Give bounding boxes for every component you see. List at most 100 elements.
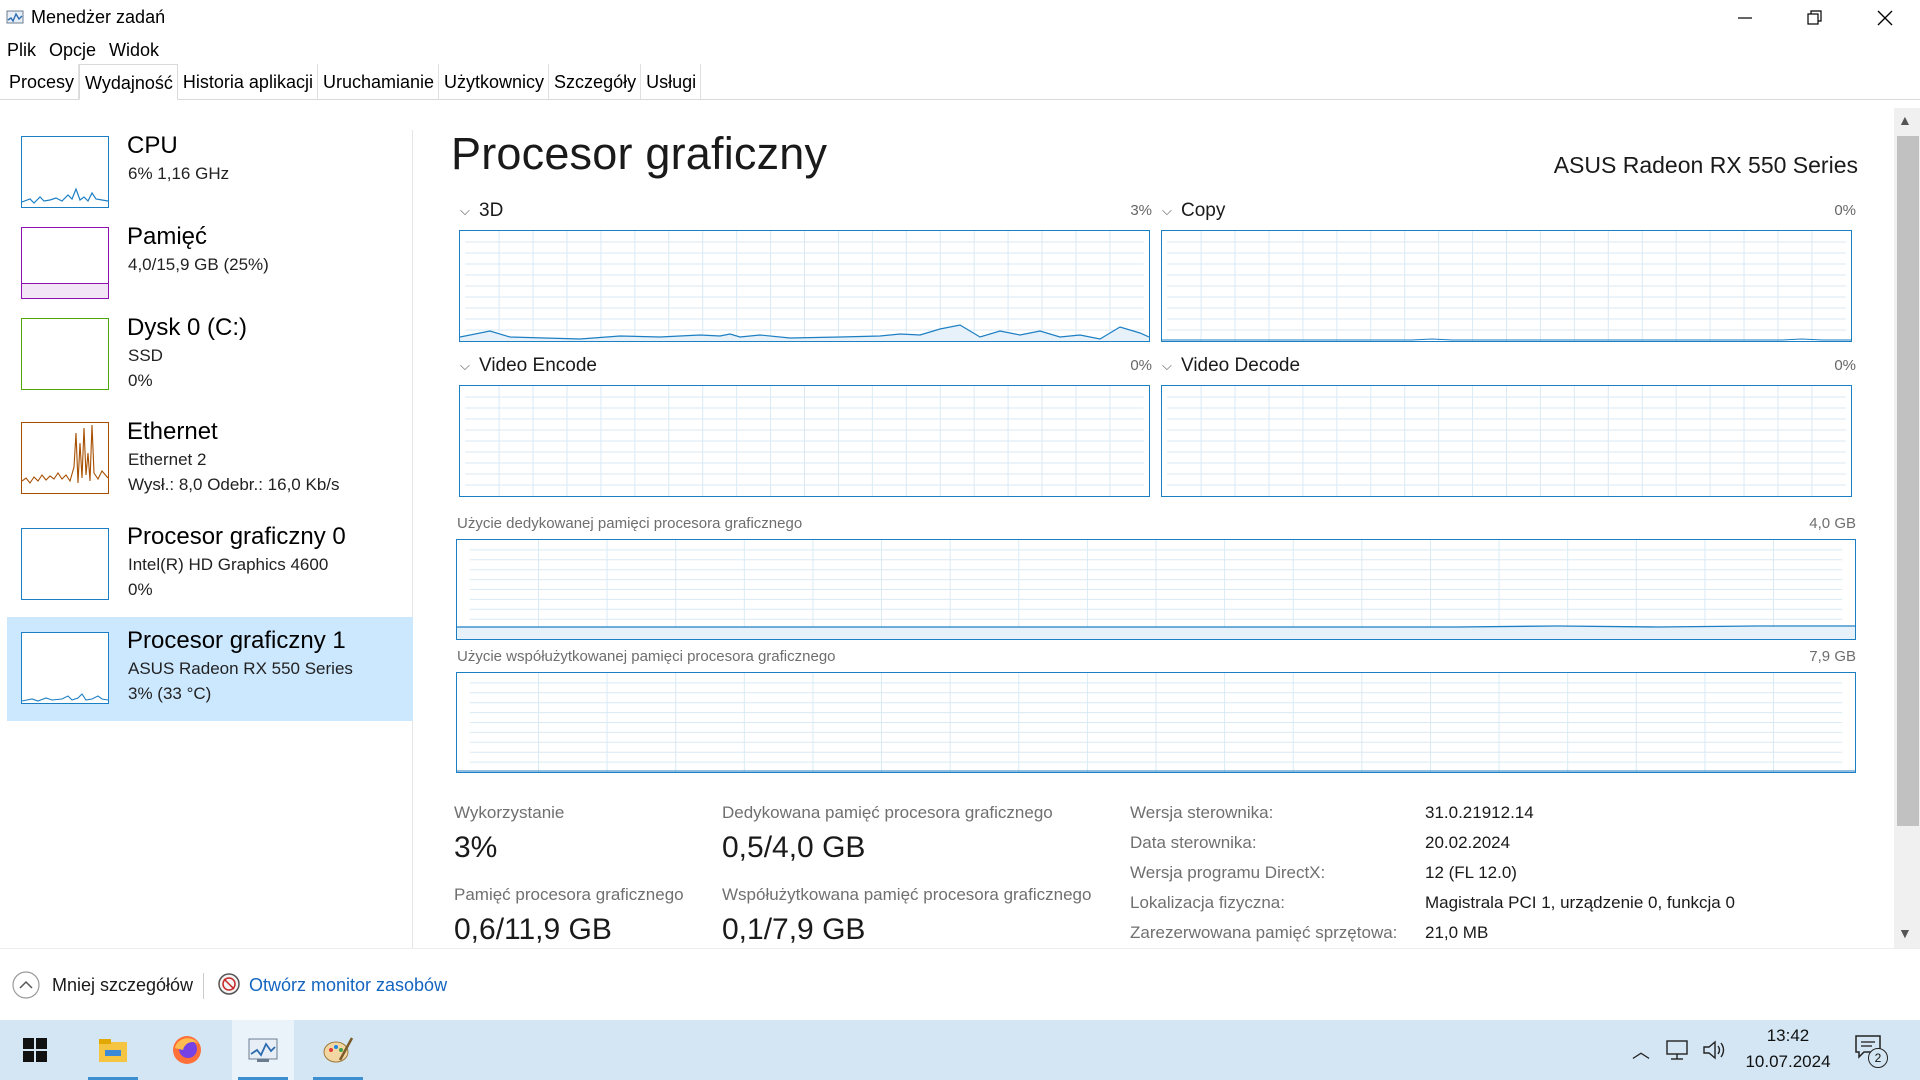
chevron-up-circle-icon[interactable]	[12, 971, 40, 999]
gpu1-title: Procesor graficzny 1	[127, 627, 346, 654]
dedicated-memory-stat-label: Dedykowana pamięć procesora graficznego	[722, 803, 1053, 822]
engine-video-decode-graph	[1161, 385, 1852, 497]
memory-usage: 4,0/15,9 GB (25%)	[128, 255, 269, 274]
gpu0-usage: 0%	[128, 580, 153, 599]
dedicated-memory-stat-value: 0,5/4,0 GB	[722, 831, 866, 864]
start-button[interactable]	[4, 1020, 66, 1080]
tab-processes[interactable]: Procesy	[4, 64, 80, 99]
memory-title: Pamięć	[127, 223, 208, 250]
usage-label: Wykorzystanie	[454, 803, 565, 822]
scroll-down-icon[interactable]: ▼	[1898, 925, 1912, 941]
engine-video-encode-percent: 0%	[1130, 357, 1152, 374]
driver-version-value: 31.0.21912.14	[1425, 803, 1534, 822]
footer-bar: Mniej szczegółów Otwórz monitor zasobów	[0, 948, 1920, 1021]
engine-video-encode-grid	[465, 386, 1144, 496]
scrollbar-thumb[interactable]	[1897, 136, 1919, 826]
directx-version-label: Wersja programu DirectX:	[1130, 863, 1326, 882]
scroll-up-icon[interactable]: ▲	[1898, 112, 1912, 128]
restore-button[interactable]	[1780, 0, 1850, 36]
chevron-up-icon[interactable]: ︿	[1632, 1038, 1650, 1064]
shared-memory-max: 7,9 GB	[1809, 648, 1856, 665]
clock-date[interactable]: 10.07.2024	[1738, 1052, 1838, 1072]
chevron-down-icon[interactable]: ⌵	[460, 358, 470, 374]
minimize-button[interactable]	[1710, 0, 1780, 36]
gpu1-model: ASUS Radeon RX 550 Series	[128, 659, 353, 678]
footer-divider	[203, 973, 204, 999]
chevron-down-icon[interactable]: ⌵	[1162, 358, 1172, 374]
engine-video-decode-grid	[1167, 386, 1846, 496]
menu-view[interactable]: Widok	[102, 36, 165, 64]
taskbar-paint[interactable]	[307, 1020, 369, 1080]
shared-memory-stat-label: Współużytkowana pamięć procesora graficz…	[722, 885, 1092, 904]
menu-options[interactable]: Opcje	[42, 36, 102, 64]
memory-thumbnail-graph	[21, 227, 109, 299]
tab-bar: Procesy Wydajność Historia aplikacji Uru…	[0, 64, 1920, 100]
sidebar-item-gpu1[interactable]: Procesor graficzny 1 ASUS Radeon RX 550 …	[7, 617, 413, 721]
cpu-thumbnail-graph	[21, 136, 109, 208]
clock-time[interactable]: 13:42	[1738, 1026, 1838, 1046]
engine-3d-percent: 3%	[1130, 202, 1152, 219]
paint-icon	[323, 1037, 354, 1063]
cpu-title: CPU	[127, 132, 178, 159]
network-icon[interactable]	[1666, 1039, 1692, 1061]
tab-services[interactable]: Usługi	[641, 64, 702, 99]
cpu-usage: 6% 1,16 GHz	[128, 164, 230, 183]
engine-copy-graph	[1161, 230, 1852, 342]
ethernet-throughput: Wysł.: 8,0 Odebr.: 16,0 Kb/s	[128, 475, 340, 494]
menu-file[interactable]: Plik	[0, 36, 42, 64]
taskbar-task-manager[interactable]	[232, 1020, 294, 1080]
sidebar-item-disk[interactable]: Dysk 0 (C:) SSD 0%	[7, 294, 413, 398]
tab-details[interactable]: Szczegóły	[549, 64, 642, 99]
less-details-button[interactable]: Mniej szczegółów	[52, 975, 193, 996]
page-title: Procesor graficzny	[451, 128, 828, 179]
engine-video-decode-percent: 0%	[1834, 357, 1856, 374]
close-button[interactable]	[1850, 0, 1920, 36]
gpu-memory-value: 0,6/11,9 GB	[454, 913, 612, 946]
gpu0-thumbnail-graph	[21, 528, 109, 600]
dedicated-memory-max: 4,0 GB	[1809, 515, 1856, 532]
title-bar: Menedżer zadań	[0, 0, 1920, 36]
gpu0-title: Procesor graficzny 0	[127, 523, 346, 550]
ethernet-adapter: Ethernet 2	[128, 450, 207, 469]
chevron-down-icon[interactable]: ⌵	[460, 203, 470, 219]
tab-users[interactable]: Użytkownicy	[439, 64, 550, 99]
engine-3d-label[interactable]: 3D	[479, 200, 503, 222]
sidebar-item-memory[interactable]: Pamięć 4,0/15,9 GB (25%)	[7, 203, 413, 307]
taskbar-file-explorer[interactable]	[82, 1020, 144, 1080]
reserved-memory-label: Zarezerwowana pamięć sprzętowa:	[1130, 923, 1398, 942]
engine-video-decode-label[interactable]: Video Decode	[1181, 355, 1300, 377]
engine-video-encode-label[interactable]: Video Encode	[479, 355, 597, 377]
windows-start-icon	[23, 1038, 47, 1062]
chevron-down-icon[interactable]: ⌵	[1162, 203, 1172, 219]
sidebar-item-ethernet[interactable]: Ethernet Ethernet 2 Wysł.: 8,0 Odebr.: 1…	[7, 400, 413, 504]
tab-performance[interactable]: Wydajność	[79, 64, 178, 100]
disk-title: Dysk 0 (C:)	[127, 314, 247, 341]
tab-app-history[interactable]: Historia aplikacji	[178, 64, 318, 99]
ethernet-title: Ethernet	[127, 418, 218, 445]
device-name: ASUS Radeon RX 550 Series	[1553, 152, 1858, 178]
physical-location-label: Lokalizacja fizyczna:	[1130, 893, 1285, 912]
resource-monitor-icon	[218, 973, 240, 995]
notification-center-button[interactable]: 2	[1854, 1034, 1888, 1068]
taskbar-firefox[interactable]	[156, 1020, 218, 1080]
volume-icon[interactable]	[1702, 1039, 1728, 1061]
disk-thumbnail-graph	[21, 318, 109, 390]
window-title: Menedżer zadań	[31, 7, 166, 27]
notification-count-badge: 2	[1868, 1048, 1888, 1068]
gpu0-model: Intel(R) HD Graphics 4600	[128, 555, 329, 574]
sidebar-item-gpu0[interactable]: Procesor graficzny 0 Intel(R) HD Graphic…	[7, 505, 413, 609]
engine-copy-percent: 0%	[1834, 202, 1856, 219]
engine-3d-graph	[459, 230, 1150, 342]
usage-value: 3%	[454, 831, 498, 864]
restore-icon	[1807, 10, 1822, 25]
open-resource-monitor-link[interactable]: Otwórz monitor zasobów	[249, 975, 447, 996]
firefox-icon	[173, 1036, 201, 1064]
tab-startup[interactable]: Uruchamianie	[318, 64, 440, 99]
close-icon	[1877, 10, 1893, 26]
gpu1-thumbnail-graph	[21, 632, 109, 704]
task-manager-icon	[6, 10, 24, 24]
shared-memory-label: Użycie współużytkowanej pamięci procesor…	[457, 648, 836, 665]
engine-copy-label[interactable]: Copy	[1181, 200, 1225, 222]
sidebar-item-cpu[interactable]: CPU 6% 1,16 GHz	[7, 112, 413, 216]
resource-list: CPU 6% 1,16 GHz Pamięć 4,0/15,9 GB (25%)…	[0, 100, 414, 948]
